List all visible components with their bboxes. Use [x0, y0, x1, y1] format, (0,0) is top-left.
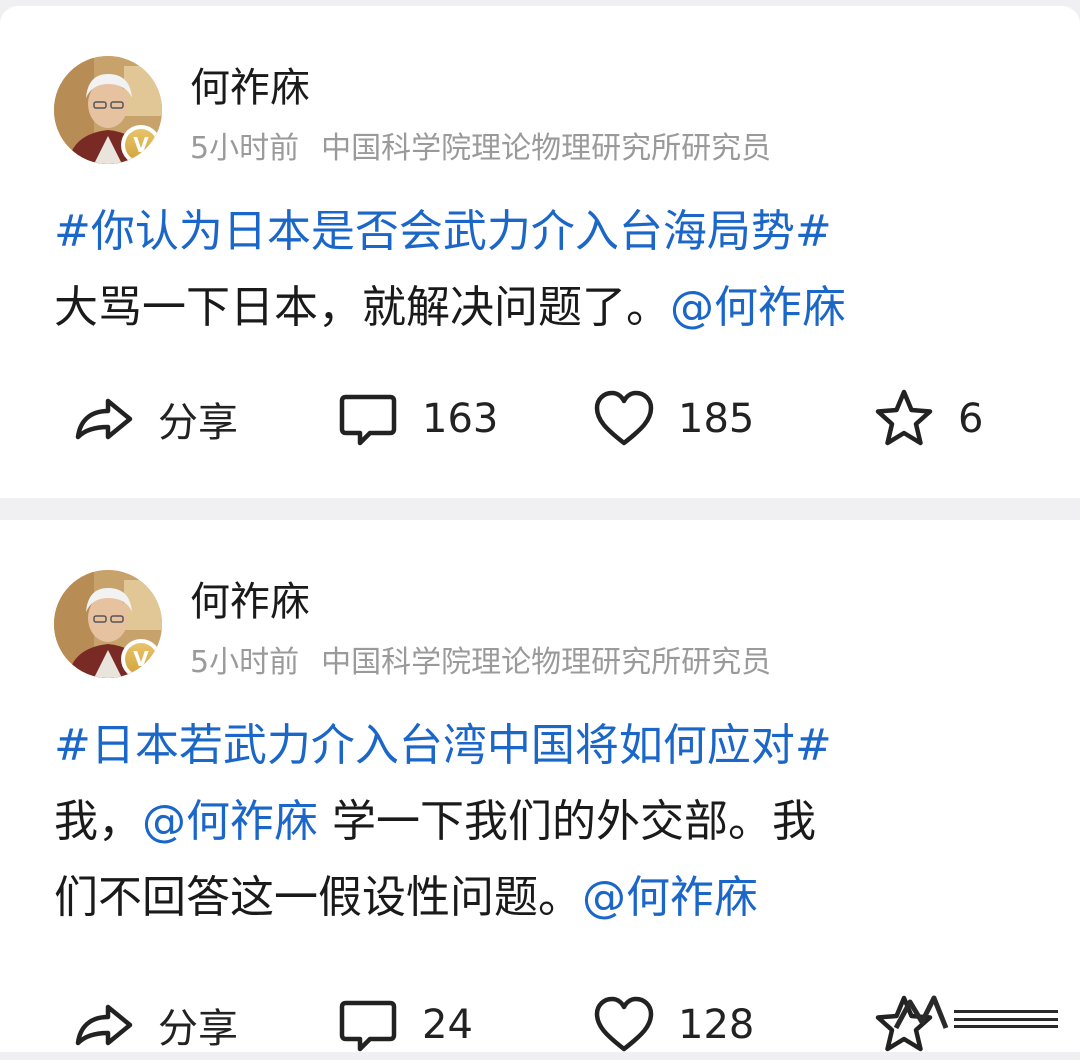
- comment-bubble-icon: [339, 394, 397, 446]
- action-bar: 分享 24 128: [72, 990, 1032, 1060]
- like-count: 185: [678, 396, 755, 442]
- favorite-count: 6: [958, 396, 984, 442]
- star-icon: [875, 389, 933, 446]
- post-time: 5小时前: [190, 131, 300, 166]
- post-text: 我，: [54, 796, 142, 847]
- share-button[interactable]: 分享: [72, 990, 238, 1060]
- watermark-mark: [893, 995, 1058, 1030]
- topic-hashtag-link[interactable]: #日本若武力介入台湾中国将如何应对#: [54, 720, 832, 771]
- avatar[interactable]: V: [54, 570, 162, 678]
- heart-icon: [594, 996, 654, 1052]
- comment-button[interactable]: 24: [336, 990, 473, 1060]
- share-label: 分享: [158, 1006, 238, 1052]
- favorite-button[interactable]: 6: [872, 384, 983, 454]
- like-count: 128: [678, 1002, 755, 1048]
- post-time: 5小时前: [190, 645, 300, 680]
- author-name[interactable]: 何祚庥: [190, 64, 310, 112]
- share-arrow-icon: [75, 1004, 133, 1046]
- like-button[interactable]: 128: [592, 990, 754, 1060]
- mention-link[interactable]: @何祚庥: [670, 282, 846, 333]
- verified-v-icon: V: [125, 129, 157, 161]
- post-meta: 5小时前 中国科学院理论物理研究所研究员: [190, 644, 771, 682]
- share-arrow-icon: [75, 398, 133, 440]
- post-content[interactable]: #日本若武力介入台湾中国将如何应对# 我，@何祚庥 学一下我们的外交部。我 们不…: [54, 708, 1034, 936]
- post-header: V 何祚庥 5小时前 中国科学院理论物理研究所研究员: [54, 570, 1014, 682]
- like-button[interactable]: 185: [592, 384, 754, 454]
- post-text: 大骂一下日本，就解决问题了。: [54, 282, 670, 333]
- post-content[interactable]: #你认为日本是否会武力介入台海局势# 大骂一下日本，就解决问题了。@何祚庥: [54, 194, 1034, 346]
- comment-bubble-icon: [339, 1000, 397, 1052]
- author-title: 中国科学院理论物理研究所研究员: [321, 131, 772, 166]
- comment-count: 163: [422, 396, 499, 442]
- avatar[interactable]: V: [54, 56, 162, 164]
- action-bar: 分享 163 185 6: [72, 384, 1032, 454]
- share-label: 分享: [158, 400, 238, 446]
- post-header: V 何祚庥 5小时前 中国科学院理论物理研究所研究员: [54, 56, 1014, 168]
- topic-hashtag-link[interactable]: #你认为日本是否会武力介入台海局势#: [54, 206, 832, 257]
- comment-count: 24: [422, 1002, 473, 1048]
- comment-button[interactable]: 163: [336, 384, 498, 454]
- author-name[interactable]: 何祚庥: [190, 578, 310, 626]
- verified-v-icon: V: [125, 643, 157, 675]
- mention-link[interactable]: @何祚庥: [142, 796, 318, 847]
- post-meta: 5小时前 中国科学院理论物理研究所研究员: [190, 130, 771, 168]
- post-text: 们不回答这一假设性问题。: [54, 872, 582, 923]
- post-card: V 何祚庥 5小时前 中国科学院理论物理研究所研究员 #你认为日本是否会武力介入台…: [0, 6, 1080, 498]
- author-title: 中国科学院理论物理研究所研究员: [321, 645, 772, 680]
- share-button[interactable]: 分享: [72, 384, 238, 454]
- post-card: V 何祚庥 5小时前 中国科学院理论物理研究所研究员 #日本若武力介入台湾中国将如…: [0, 520, 1080, 1052]
- heart-icon: [594, 390, 654, 446]
- verified-badge: V: [121, 639, 161, 678]
- mention-link[interactable]: @何祚庥: [582, 872, 758, 923]
- verified-badge: V: [121, 125, 161, 164]
- post-text: 学一下我们的外交部。我: [318, 796, 816, 847]
